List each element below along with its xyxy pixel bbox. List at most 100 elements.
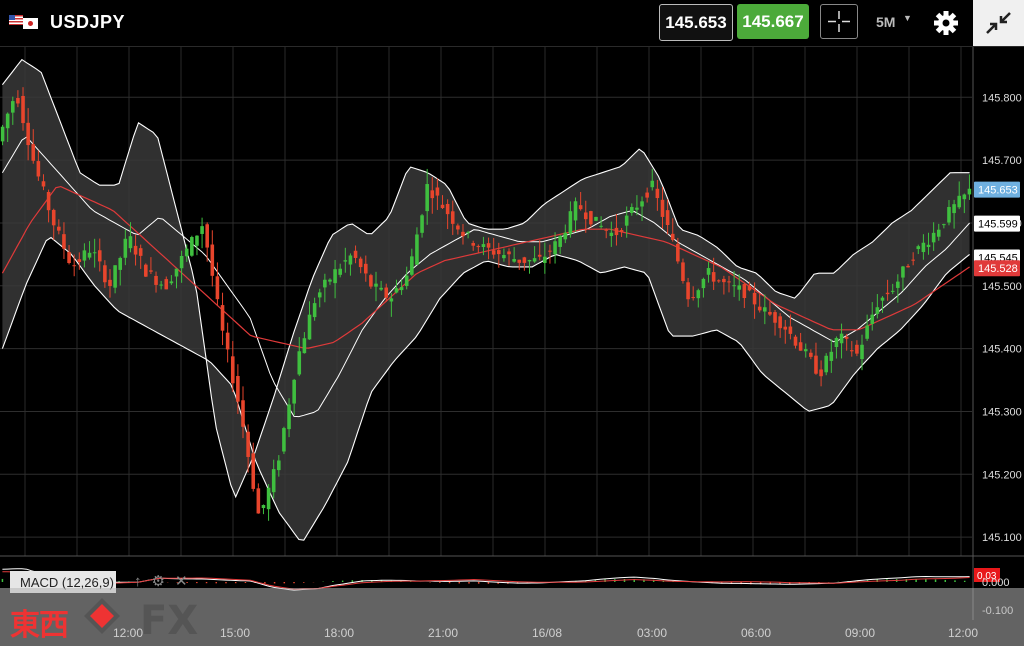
y-tick-label: 145.700 — [982, 155, 1022, 167]
symbol-title[interactable]: USDJPY — [50, 12, 125, 33]
candle-body — [491, 250, 496, 255]
candle-body — [333, 269, 337, 284]
candle-body — [328, 279, 332, 282]
candle-body — [128, 236, 133, 249]
candle-body — [844, 336, 849, 339]
candle-body — [399, 287, 404, 291]
candle-body — [778, 316, 782, 329]
candle-body — [108, 279, 112, 287]
y-tick-label: 145.800 — [982, 92, 1022, 104]
candle-body — [220, 305, 225, 331]
candle-body — [241, 400, 245, 427]
price-chart[interactable]: 145.800145.700145.600145.500145.400145.3… — [0, 0, 1024, 646]
chart-toolbar: USDJPY 145.653 145.667 5M ▼ — [0, 0, 1024, 47]
bollinger-fill — [2, 59, 970, 541]
candle-body — [543, 256, 547, 263]
candle-body — [261, 505, 266, 509]
candle-body — [686, 282, 690, 300]
candle-body — [722, 278, 726, 283]
candle-body — [297, 351, 302, 375]
candle-body — [210, 244, 215, 276]
candle-body — [169, 281, 174, 284]
candle-body — [757, 306, 762, 311]
candle-body — [343, 260, 348, 262]
candle-body — [906, 265, 910, 268]
candle-body — [92, 252, 97, 254]
sell-price-button[interactable]: 145.653 — [659, 4, 733, 41]
candle-body — [21, 95, 25, 124]
brand-logo-fx: FX — [140, 598, 199, 644]
candle-body — [931, 232, 936, 243]
candle-body — [435, 187, 440, 196]
candle-body — [481, 244, 486, 248]
candle-body — [440, 204, 445, 209]
candle-body — [36, 161, 41, 177]
candle-body — [225, 332, 230, 350]
candle-body — [415, 234, 419, 265]
gear-icon[interactable] — [933, 10, 959, 36]
candle-body — [706, 268, 711, 275]
candle-body — [41, 181, 46, 187]
candle-body — [788, 326, 793, 334]
candle-body — [266, 487, 271, 510]
candle-body — [312, 303, 317, 318]
candle-body — [97, 250, 102, 262]
candle-body — [768, 311, 772, 315]
brand-logo-text: 東西 — [10, 608, 69, 643]
candle-body — [46, 191, 51, 211]
candle-body — [676, 243, 680, 262]
candle-body — [0, 126, 5, 142]
candle-body — [573, 201, 578, 221]
candle-body — [374, 283, 378, 287]
price-tag-label: 145.599 — [978, 219, 1018, 231]
candle-body — [640, 201, 644, 207]
candle-body — [522, 257, 527, 263]
candle-body — [957, 195, 962, 208]
candle-body — [72, 265, 76, 267]
candle-body — [369, 275, 373, 287]
exit-fullscreen-button[interactable] — [973, 0, 1024, 46]
candle-body — [594, 216, 598, 221]
candle-body — [307, 314, 312, 340]
brand-logo-icon — [84, 598, 120, 634]
candle-body — [282, 428, 286, 452]
candle-body — [323, 279, 327, 288]
candle-body — [578, 205, 583, 210]
y-tick-label: 145.100 — [982, 532, 1022, 544]
candle-body — [456, 225, 460, 230]
candle-body — [824, 355, 828, 373]
candle-body — [133, 245, 138, 255]
candle-body — [82, 250, 87, 261]
candle-body — [583, 212, 588, 220]
candle-body — [502, 255, 506, 259]
candle-body — [630, 207, 634, 213]
candle-body — [57, 226, 61, 231]
bollinger-bands — [1, 58, 970, 541]
candle-body — [302, 338, 307, 354]
candle-body — [496, 250, 501, 255]
candle-body — [665, 210, 670, 226]
candle-body — [379, 287, 383, 290]
candle-body — [926, 244, 931, 248]
candle-body — [190, 237, 194, 256]
candle-body — [599, 225, 603, 227]
timeframe-selector[interactable]: 5M — [876, 14, 895, 30]
candle-body — [527, 260, 532, 262]
candle-body — [51, 209, 56, 226]
y-tick-label: 145.500 — [982, 281, 1022, 293]
candle-body — [942, 224, 946, 226]
candle-body — [809, 352, 813, 357]
buy-price-button[interactable]: 145.667 — [737, 4, 809, 39]
candle-body — [711, 272, 716, 282]
candle-body — [849, 350, 854, 352]
y-tick-label: 145.300 — [982, 406, 1022, 418]
candle-body — [317, 292, 322, 298]
chevron-down-icon[interactable]: ▼ — [903, 13, 912, 23]
candle-body — [814, 355, 818, 374]
candle-body — [742, 284, 747, 299]
candle-body — [798, 342, 803, 351]
candle-body — [747, 285, 752, 291]
candle-body — [604, 229, 609, 231]
crosshair-button[interactable] — [820, 4, 858, 39]
candle-body — [353, 250, 358, 258]
